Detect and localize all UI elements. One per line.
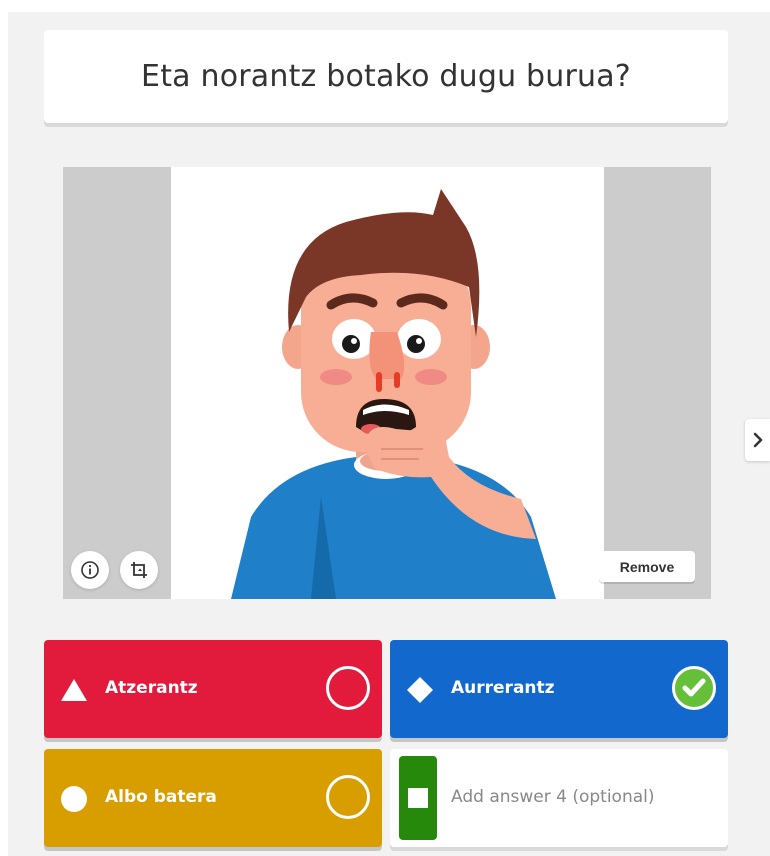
answer-1-label[interactable]: Atzerantz	[105, 678, 198, 698]
remove-media-button[interactable]: Remove	[599, 551, 695, 582]
crop-icon	[131, 562, 147, 578]
chevron-right-icon	[753, 432, 762, 448]
answer-3-label[interactable]: Albo batera	[105, 787, 217, 807]
info-button[interactable]	[71, 551, 109, 589]
answer-2[interactable]: Aurrerantz	[390, 640, 728, 738]
next-slide-button[interactable]	[745, 419, 770, 461]
answer-1[interactable]: Atzerantz	[44, 640, 382, 738]
circle-icon	[61, 786, 87, 812]
answer-3[interactable]: Albo batera	[44, 749, 382, 847]
answer-2-correct-toggle[interactable]	[672, 666, 716, 710]
checkmark-icon	[682, 678, 706, 697]
answer-4-shape-tile	[399, 756, 437, 840]
answer-4-input[interactable]: Add answer 4 (optional)	[451, 787, 655, 807]
question-title[interactable]: Eta norantz botako dugu burua?	[141, 59, 631, 94]
answer-1-correct-toggle[interactable]	[326, 666, 370, 710]
crop-button[interactable]	[120, 551, 158, 589]
answer-4[interactable]: Add answer 4 (optional)	[390, 749, 728, 847]
question-image	[171, 167, 604, 599]
question-media: Remove	[63, 167, 711, 599]
triangle-icon	[61, 679, 87, 701]
question-card[interactable]: Eta norantz botako dugu burua?	[44, 30, 728, 123]
diamond-icon	[407, 677, 433, 703]
answer-2-label[interactable]: Aurrerantz	[451, 678, 555, 698]
square-icon	[408, 788, 428, 808]
info-icon	[81, 561, 99, 579]
nosebleed-illustration	[231, 189, 556, 599]
answer-3-correct-toggle[interactable]	[326, 775, 370, 819]
